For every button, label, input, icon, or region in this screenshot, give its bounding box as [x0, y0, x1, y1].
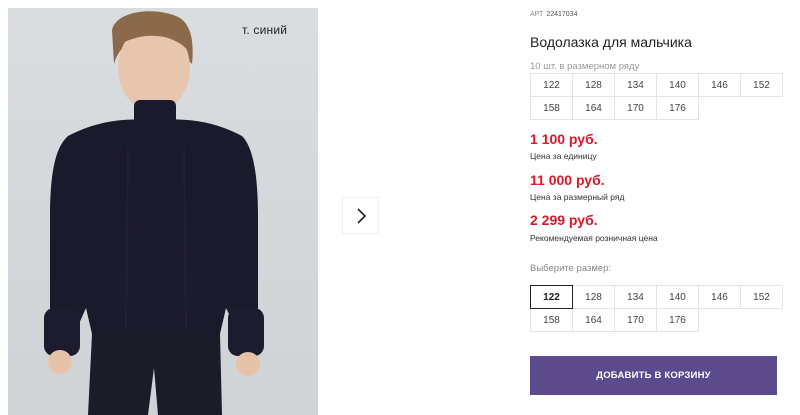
product-photo-image [44, 11, 264, 415]
size-option-128[interactable]: 128 [572, 285, 615, 309]
size-row-cell: 140 [656, 73, 699, 97]
size-row-cell: 170 [614, 96, 657, 120]
size-option-140[interactable]: 140 [656, 285, 699, 309]
size-row-cell: 134 [614, 73, 657, 97]
size-option-122[interactable]: 122 [530, 285, 573, 309]
size-option-152[interactable]: 152 [740, 285, 783, 309]
row-price-note: Цена за размерный ряд [530, 192, 625, 202]
gallery-next-button[interactable] [342, 197, 379, 234]
product-title: Водолазка для мальчика [530, 34, 692, 50]
size-row-cell: 152 [740, 73, 783, 97]
size-row-cell: 122 [530, 73, 573, 97]
size-row-cell: 164 [572, 96, 615, 120]
size-selector: 122 128 134 140 146 152 158 164 170 176 [530, 285, 783, 332]
size-row-cell: 176 [656, 96, 699, 120]
article-number: АРТ 22417034 [530, 11, 577, 18]
size-row-label: 10 шт. в размерном ряду [530, 61, 640, 72]
article-value: 22417034 [546, 11, 578, 18]
size-option-134[interactable]: 134 [614, 285, 657, 309]
size-option-164[interactable]: 164 [572, 308, 615, 332]
unit-price-note: Цена за единицу [530, 151, 597, 161]
unit-price: 1 100 руб. [530, 131, 598, 147]
row-price: 11 000 руб. [530, 172, 605, 188]
product-photo[interactable] [8, 8, 318, 415]
choose-size-label: Выберите размер: [530, 263, 612, 274]
retail-price: 2 299 руб. [530, 212, 598, 228]
size-row-cell: 146 [698, 73, 741, 97]
size-row-cell: 128 [572, 73, 615, 97]
chevron-right-icon [356, 207, 366, 224]
retail-price-note: Рекомендуемая розничная цена [530, 233, 658, 243]
article-label: АРТ [530, 11, 544, 18]
size-option-170[interactable]: 170 [614, 308, 657, 332]
size-row-cell: 158 [530, 96, 573, 120]
size-option-176[interactable]: 176 [656, 308, 699, 332]
product-gallery: т. синий [0, 0, 500, 415]
size-row-grid: 122 128 134 140 146 152 158 164 170 176 [530, 73, 783, 120]
size-option-158[interactable]: 158 [530, 308, 573, 332]
add-to-cart-button[interactable]: ДОБАВИТЬ В КОРЗИНУ [530, 356, 777, 395]
size-option-146[interactable]: 146 [698, 285, 741, 309]
color-label: т. синий [242, 23, 288, 37]
